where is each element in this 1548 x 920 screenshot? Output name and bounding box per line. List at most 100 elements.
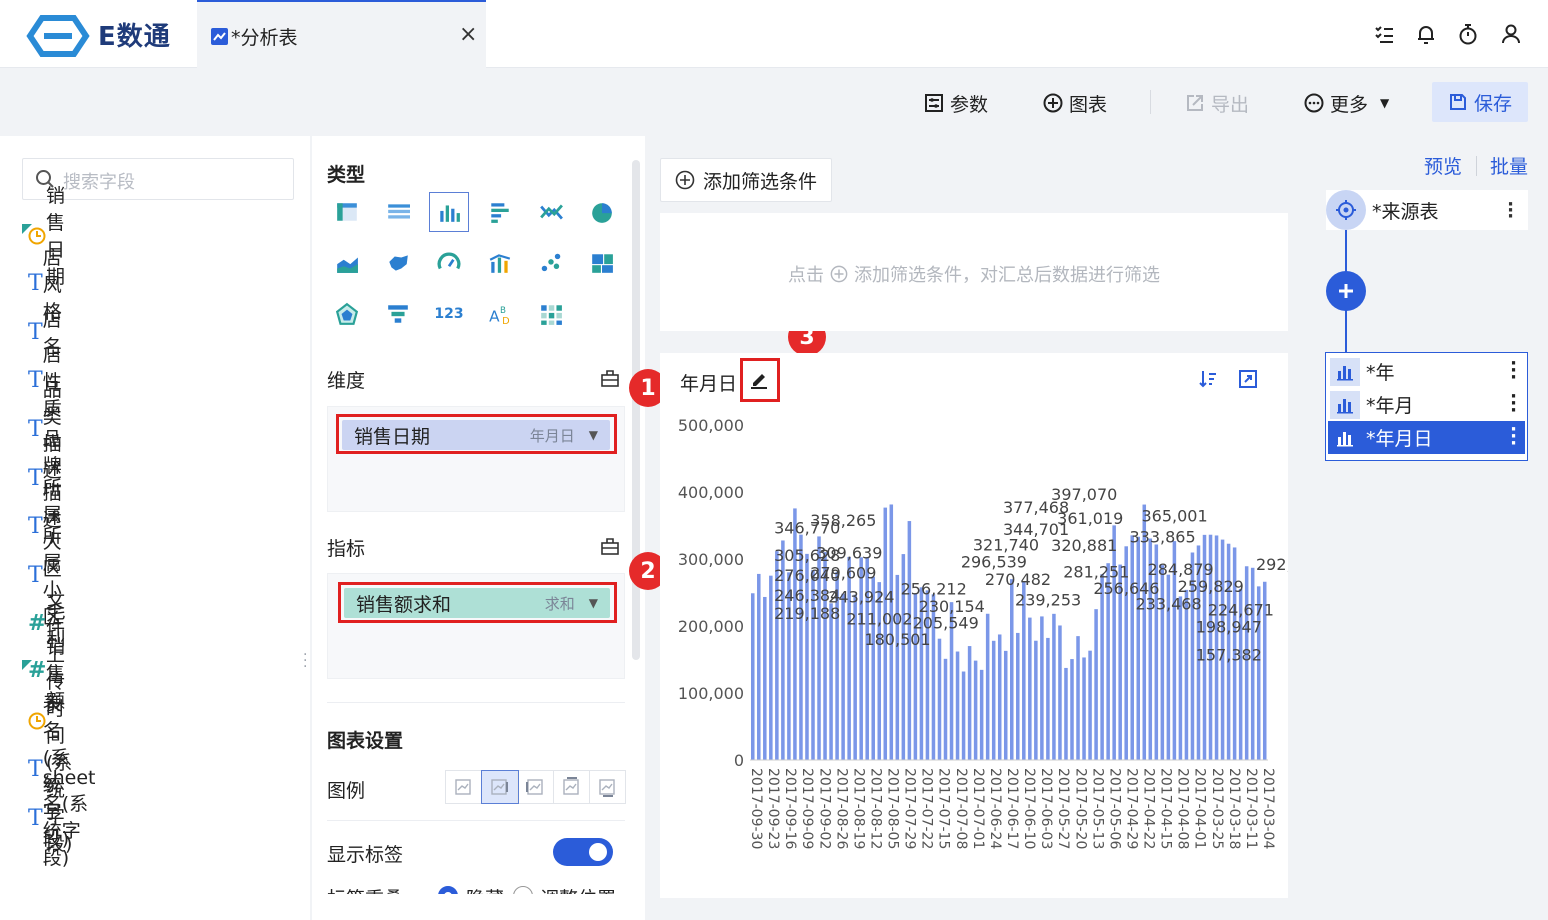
gauge-icon[interactable]: [429, 243, 469, 283]
svg-text:A: A: [489, 308, 500, 326]
chart-button[interactable]: 图表: [1043, 88, 1107, 118]
show-labels-toggle[interactable]: [553, 838, 613, 866]
batch-link[interactable]: 批量: [1490, 152, 1528, 179]
bar: [961, 671, 966, 760]
measure-pill[interactable]: 销售额求和 求和 ▼: [344, 588, 610, 618]
cross-table-icon[interactable]: [378, 192, 418, 232]
funnel-icon[interactable]: [378, 294, 418, 334]
bar-chart-icon: [1330, 357, 1360, 386]
area-chart-icon[interactable]: [327, 243, 367, 283]
field-item[interactable]: T 店风格: [22, 247, 69, 323]
number-card-icon[interactable]: 123: [429, 294, 469, 334]
horizontal-bar-icon[interactable]: [480, 192, 520, 232]
bar: [1100, 574, 1104, 760]
params-button[interactable]: 参数: [924, 88, 988, 118]
combo-chart-icon[interactable]: [480, 243, 520, 283]
node-menu-icon[interactable]: · · ·: [1510, 388, 1517, 420]
table-icon[interactable]: [327, 192, 367, 232]
x-tick-label: 2017-07-08: [953, 768, 969, 849]
stopwatch-icon[interactable]: [1456, 22, 1480, 46]
logo-icon: [26, 15, 90, 57]
save-label: 保存: [1473, 92, 1512, 115]
legend-top-icon[interactable]: [554, 771, 590, 803]
export-label: 导出: [1211, 93, 1250, 116]
checklist-icon[interactable]: [1372, 22, 1396, 46]
radio-adjust[interactable]: [513, 886, 533, 894]
radar-icon[interactable]: [327, 294, 367, 334]
heatmap-icon[interactable]: [531, 294, 571, 334]
legend-left-icon[interactable]: [518, 771, 554, 803]
bell-icon[interactable]: [1414, 22, 1438, 46]
data-label: 180,501: [864, 630, 930, 649]
legend-bottom-icon[interactable]: [590, 771, 625, 803]
x-tick-label: 2017-04-22: [1141, 768, 1157, 849]
data-label: 365,001: [1142, 506, 1208, 525]
bar: [751, 593, 755, 760]
flow-node[interactable]: *年月 · · ·: [1328, 388, 1525, 421]
node-list: *年 · · · *年月 · · · *年月日 · · ·: [1325, 352, 1528, 461]
filter-area[interactable]: 点击 添加筛选条件，对汇总后数据进行筛选: [660, 213, 1288, 331]
toolbox-icon[interactable]: [600, 536, 620, 556]
flow-node-label: *年月日: [1366, 428, 1433, 450]
node-menu-icon[interactable]: · · ·: [1507, 196, 1514, 226]
x-tick-label: 2017-07-01: [970, 768, 986, 849]
add-filter-label: 添加筛选条件: [702, 170, 817, 193]
more-button[interactable]: 更多 ▼: [1304, 88, 1389, 118]
data-label: 279,609: [810, 564, 876, 583]
y-tick-label: 300,000: [678, 550, 744, 569]
number-card-text: 123: [434, 306, 464, 322]
data-label: 224,671: [1208, 600, 1274, 619]
bar-chart-icon[interactable]: [429, 192, 469, 232]
plus-circle-icon: [1043, 93, 1063, 113]
node-menu-icon[interactable]: · · ·: [1510, 355, 1517, 387]
preview-link[interactable]: 预览: [1424, 152, 1462, 179]
bar: [757, 573, 761, 760]
word-cloud-icon[interactable]: ABD: [480, 294, 520, 334]
bar: [769, 575, 773, 760]
close-icon[interactable]: ×: [459, 22, 477, 47]
caret-down-icon[interactable]: ▼: [589, 428, 598, 442]
data-label: 243,924: [828, 588, 894, 607]
bar: [1094, 609, 1098, 760]
toolbox-icon[interactable]: [600, 368, 620, 388]
data-label: 198,947: [1196, 618, 1262, 637]
flow-node[interactable]: *年 · · ·: [1328, 355, 1525, 388]
data-label: 205,549: [913, 613, 979, 632]
bar: [937, 638, 942, 760]
sort-icon[interactable]: [1198, 369, 1218, 389]
bar: [1070, 659, 1074, 760]
caret-down-icon[interactable]: ▼: [589, 596, 598, 610]
edit-icon[interactable]: [748, 368, 770, 390]
dimension-pill[interactable]: 销售日期 年月日 ▼: [342, 420, 610, 450]
resize-handle[interactable]: · · ·: [303, 648, 307, 674]
bar-chart-icon: [1330, 424, 1360, 452]
expand-icon[interactable]: [1238, 369, 1258, 389]
right-panel: 预览 批量 *来源表 · · · *年 · · · *年月 · · · *年月日 · · ·: [1306, 136, 1548, 920]
source-node-label: *来源表: [1372, 200, 1439, 223]
field-item[interactable]: Tsheet名(系统字段): [22, 767, 103, 869]
x-tick-label: 2017-09-23: [765, 768, 781, 849]
pie-chart-icon[interactable]: [582, 192, 622, 232]
save-button[interactable]: 保存: [1432, 82, 1528, 122]
treemap-icon[interactable]: [582, 243, 622, 283]
legend-right-icon[interactable]: [481, 770, 519, 804]
export-button[interactable]: 导出: [1185, 88, 1249, 118]
scatter-icon[interactable]: [531, 243, 571, 283]
dimension-pill-label: 销售日期: [354, 425, 431, 448]
add-filter-button[interactable]: 添加筛选条件: [660, 158, 832, 202]
legend-none-icon[interactable]: [446, 771, 482, 803]
add-node-button[interactable]: [1326, 271, 1366, 311]
node-menu-icon[interactable]: · · ·: [1510, 421, 1517, 453]
more-icon: [1304, 93, 1324, 113]
flow-node[interactable]: *年月日 · · ·: [1328, 421, 1525, 454]
chart-label: 图表: [1069, 93, 1108, 116]
more-label: 更多: [1330, 93, 1369, 116]
chart-card: 500,000 400,000 300,000 200,000 100,000 0 2017…: [660, 353, 1288, 898]
line-chart-icon[interactable]: [531, 192, 571, 232]
source-node[interactable]: *来源表 · · ·: [1326, 190, 1528, 230]
tab-analysis-table[interactable]: *分析表 ×: [197, 0, 486, 68]
map-icon[interactable]: [378, 243, 418, 283]
user-icon[interactable]: [1499, 22, 1523, 46]
radio-adjust-label: 调整位置: [540, 884, 616, 894]
radio-hide[interactable]: [438, 886, 458, 894]
